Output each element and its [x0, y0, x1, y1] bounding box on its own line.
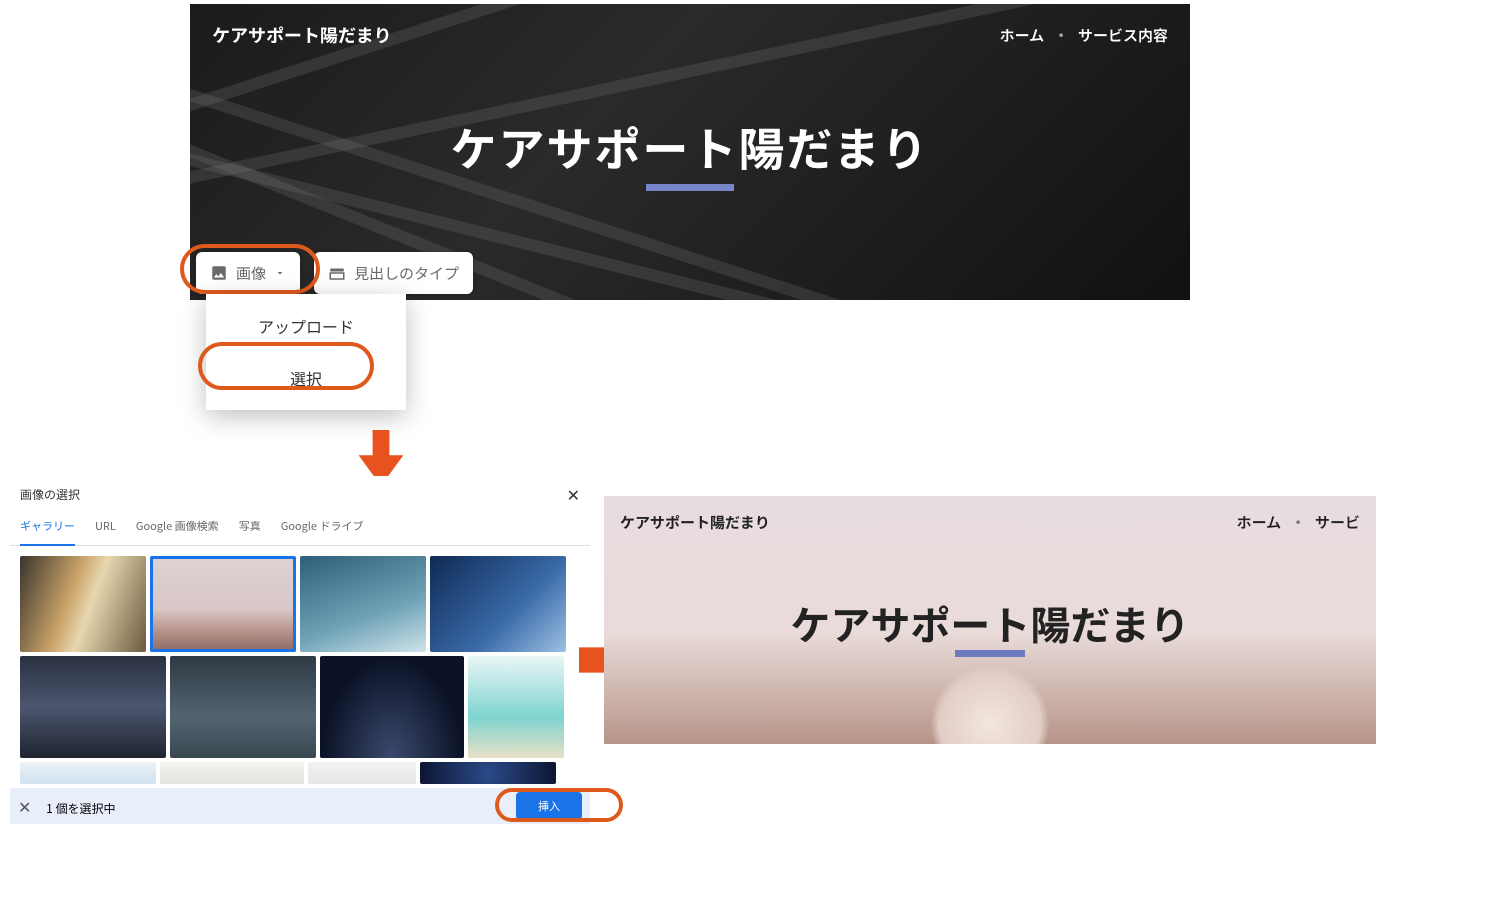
tab-url[interactable]: URL — [95, 518, 116, 545]
gallery-thumb[interactable] — [170, 656, 316, 758]
nav-services[interactable]: サービス内容 — [1078, 25, 1168, 46]
image-picker-dialog: 画像の選択 ✕ ギャラリー URL Google 画像検索 写真 Google … — [10, 476, 590, 824]
nav-separator: ・ — [1291, 512, 1306, 533]
gallery-thumb[interactable] — [20, 556, 146, 652]
editor-header-panel: ケアサポート陽だまり ホーム ・ サービス内容 ケアサポート陽だまり 画像 見出… — [190, 4, 1190, 419]
tab-drive[interactable]: Google ドライブ — [281, 518, 364, 545]
insert-button[interactable]: 挿入 — [516, 792, 582, 820]
result-underline — [955, 650, 1025, 657]
menu-item-upload[interactable]: アップロード — [206, 300, 406, 352]
result-nav-services[interactable]: サービ — [1315, 512, 1360, 533]
gallery-thumb[interactable] — [468, 656, 564, 758]
result-title: ケアサポート陽だまり — [604, 594, 1376, 652]
heading-type-label: 見出しのタイプ — [354, 263, 459, 284]
chevron-down-icon — [274, 263, 286, 284]
gallery-thumb-selected[interactable] — [150, 556, 296, 652]
close-icon[interactable]: ✕ — [567, 482, 580, 506]
sunset-glow — [930, 664, 1050, 744]
image-button-label: 画像 — [236, 263, 266, 284]
nav-separator: ・ — [1054, 25, 1069, 46]
hero-title: ケアサポート陽だまり — [190, 114, 1190, 180]
picker-title: 画像の選択 — [20, 486, 80, 503]
clear-selection-icon[interactable]: ✕ — [18, 794, 31, 818]
heading-type-button[interactable]: 見出しのタイプ — [314, 252, 473, 294]
picker-statusbar: ✕ 1 個を選択中 挿入 — [10, 788, 590, 824]
tab-gallery[interactable]: ギャラリー — [20, 518, 75, 546]
picker-tabs: ギャラリー URL Google 画像検索 写真 Google ドライブ — [10, 508, 590, 546]
result-header-panel: ケアサポート陽だまり ホーム ・ サービ ケアサポート陽だまり — [604, 496, 1376, 744]
image-dropdown-menu: アップロード 選択 — [206, 294, 406, 410]
result-nav-home[interactable]: ホーム — [1237, 512, 1282, 533]
result-nav: ケアサポート陽だまり ホーム ・ サービ — [620, 512, 1360, 533]
picker-header: 画像の選択 ✕ — [10, 476, 590, 508]
image-icon — [210, 264, 228, 282]
gallery-thumb[interactable] — [20, 762, 156, 784]
image-dropdown-button[interactable]: 画像 — [196, 252, 300, 294]
selection-count: 1 個を選択中 — [46, 800, 115, 817]
layout-icon — [328, 264, 346, 282]
gallery-grid — [10, 546, 590, 794]
site-nav: ケアサポート陽だまり ホーム ・ サービス内容 — [212, 22, 1168, 48]
tab-google-images[interactable]: Google 画像検索 — [136, 518, 219, 545]
menu-item-select[interactable]: 選択 — [206, 352, 406, 404]
nav-home[interactable]: ホーム — [1000, 25, 1045, 46]
header-toolbar: 画像 見出しのタイプ — [196, 252, 473, 294]
gallery-thumb[interactable] — [308, 762, 416, 784]
gallery-thumb[interactable] — [420, 762, 556, 784]
site-brand: ケアサポート陽だまり — [212, 22, 392, 48]
gallery-thumb[interactable] — [300, 556, 426, 652]
result-brand: ケアサポート陽だまり — [620, 512, 770, 533]
tab-photos[interactable]: 写真 — [239, 518, 261, 545]
gallery-thumb[interactable] — [320, 656, 464, 758]
hero-underline — [646, 184, 734, 191]
gallery-thumb[interactable] — [160, 762, 304, 784]
gallery-thumb[interactable] — [430, 556, 566, 652]
gallery-thumb[interactable] — [20, 656, 166, 758]
site-nav-links: ホーム ・ サービス内容 — [1000, 25, 1168, 46]
